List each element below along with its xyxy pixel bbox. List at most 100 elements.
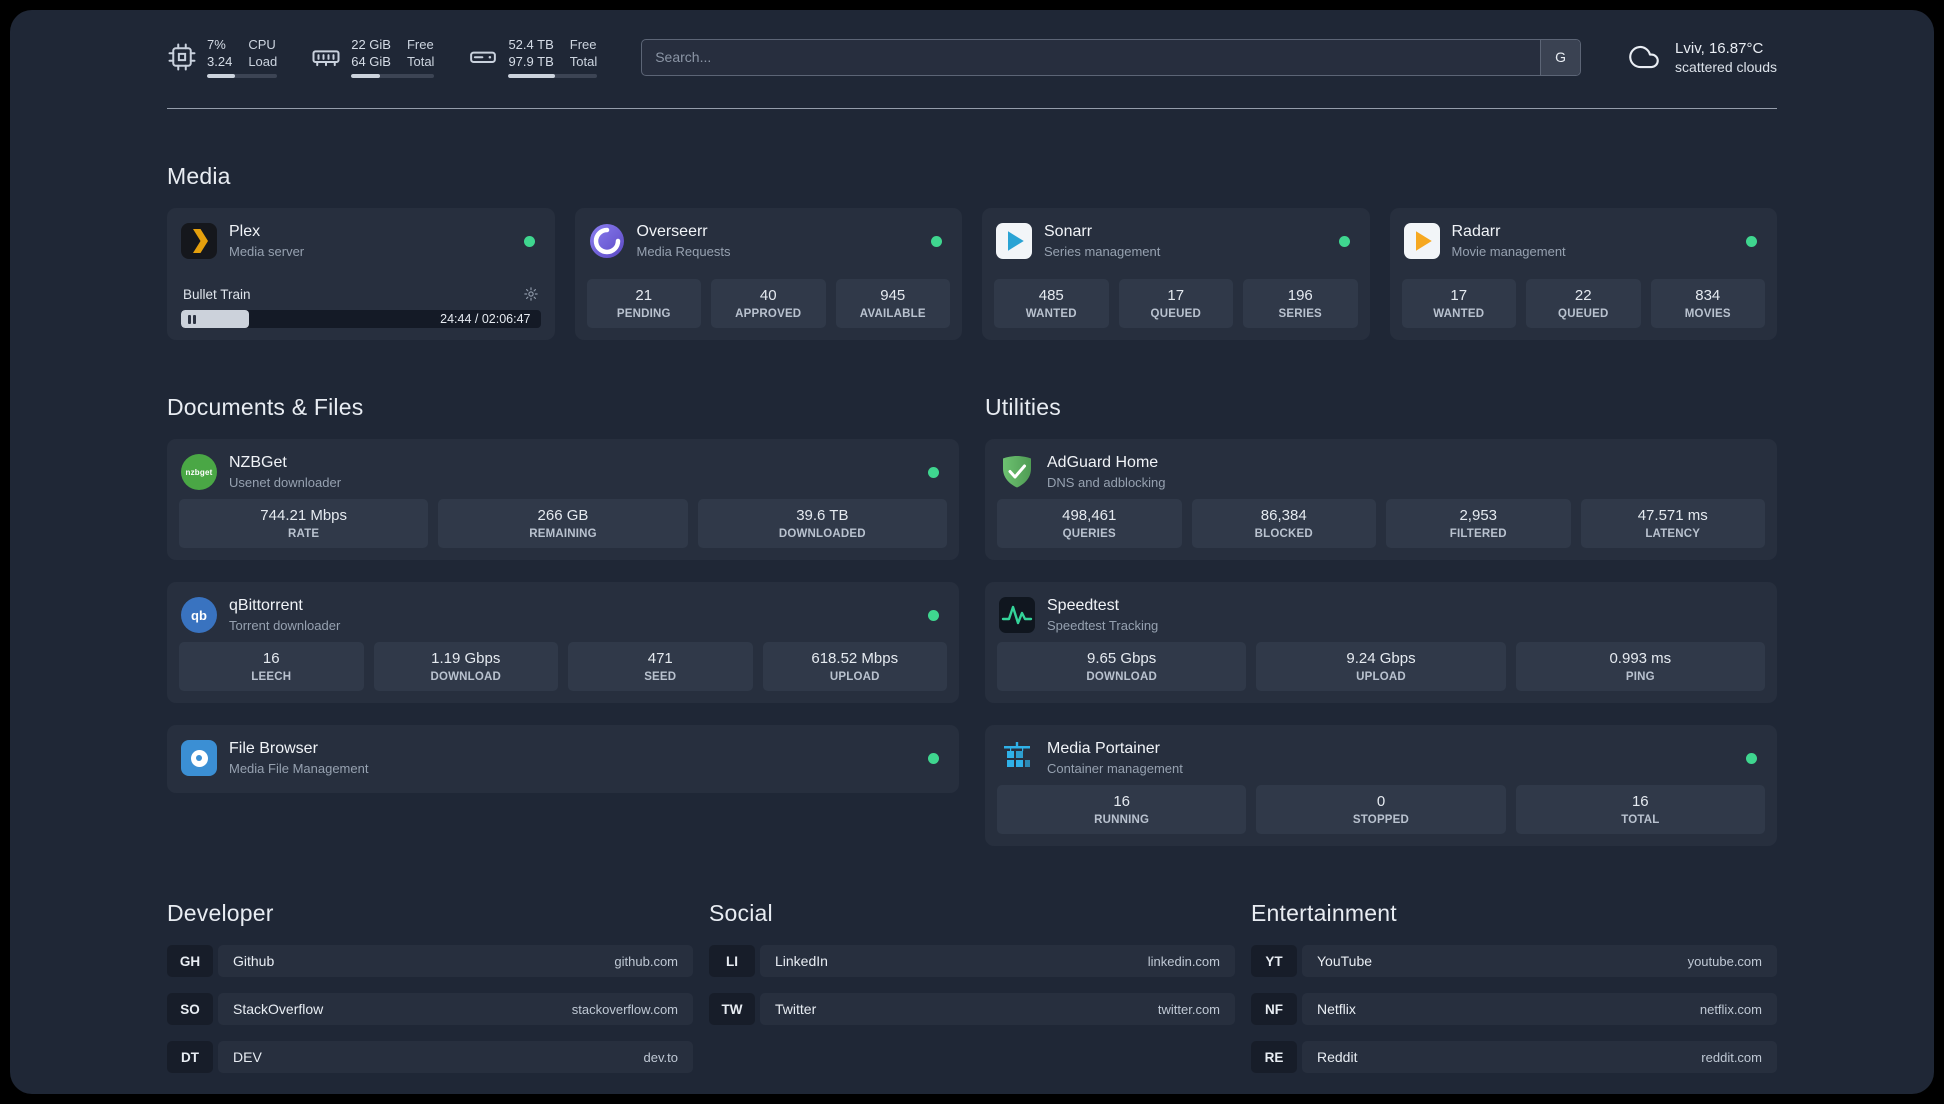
- radarr-card: Radarr Movie management 17 WANTED 22 QUE…: [1389, 208, 1777, 340]
- bookmark-twitter[interactable]: TW Twitter twitter.com: [709, 993, 1235, 1025]
- adguard-card: AdGuard Home DNS and adblocking 498,461 …: [985, 439, 1777, 560]
- service-desc: DNS and adblocking: [1047, 475, 1166, 490]
- bookmark-url: stackoverflow.com: [571, 1001, 678, 1017]
- service-desc: Media server: [229, 244, 305, 259]
- radarr-link[interactable]: Radarr Movie management: [1402, 218, 1766, 268]
- stat-series: 196 SERIES: [1243, 279, 1358, 328]
- bookmark-name: Twitter: [775, 1001, 817, 1017]
- disk-usage-fill: [508, 74, 556, 78]
- filebrowser-link[interactable]: File Browser Media File Management: [179, 735, 947, 781]
- bookmark-stackoverflow[interactable]: SO StackOverflow stackoverflow.com: [167, 993, 693, 1025]
- playback-time: 24:44 / 02:06:47: [440, 312, 531, 326]
- adguard-link[interactable]: AdGuard Home DNS and adblocking: [997, 449, 1765, 499]
- bookmark-abbr: RE: [1251, 1041, 1297, 1073]
- plex-now-playing-widget: Bullet Train 24:44 / 02:06:47: [179, 284, 543, 328]
- qbittorrent-link[interactable]: qb qBittorrent Torrent downloader: [179, 592, 947, 642]
- bookmark-abbr: GH: [167, 945, 213, 977]
- memory-total: 64 GiB: [351, 54, 391, 69]
- bookmark-abbr: TW: [709, 993, 755, 1025]
- search-box: G: [641, 38, 1582, 76]
- service-name: Plex: [229, 223, 261, 240]
- overseerr-icon: [589, 223, 625, 259]
- now-playing-title: Bullet Train: [183, 286, 251, 302]
- plex-card: Plex Media server Bullet Train 24:44 / 0…: [167, 208, 555, 340]
- search-input[interactable]: [641, 38, 1582, 76]
- weather-widget: Lviv, 16.87°C scattered clouds: [1625, 39, 1777, 76]
- bookmark-youtube[interactable]: YT YouTube youtube.com: [1251, 945, 1777, 977]
- bookmark-url: youtube.com: [1687, 953, 1762, 969]
- bookmark-name: LinkedIn: [775, 953, 828, 969]
- stat-download: 1.19 Gbps DOWNLOAD: [373, 642, 558, 691]
- stat-queued: 17 QUEUED: [1118, 279, 1233, 328]
- service-desc: Movie management: [1451, 244, 1566, 259]
- service-desc: Media File Management: [229, 761, 369, 776]
- status-dot: [928, 466, 939, 478]
- pause-icon[interactable]: [188, 314, 196, 324]
- nzbget-link[interactable]: nzbget NZBGet Usenet downloader: [179, 449, 947, 499]
- bookmark-url: netflix.com: [1699, 1001, 1762, 1017]
- gear-icon[interactable]: [523, 286, 539, 302]
- disk-free-label: Free: [569, 37, 597, 52]
- bookmark-reddit[interactable]: RE Reddit reddit.com: [1251, 1041, 1777, 1073]
- playback-progress-bar[interactable]: 24:44 / 02:06:47: [181, 310, 541, 328]
- status-dot: [523, 235, 535, 247]
- playback-progress-fill: [181, 310, 250, 328]
- bookmark-group-developer: Developer GH Github github.com SO StackO…: [167, 900, 693, 1089]
- stat-stopped: 0 STOPPED: [1256, 785, 1506, 834]
- service-name: Overseerr: [636, 223, 708, 240]
- bookmark-abbr: YT: [1251, 945, 1297, 977]
- section-title-developer: Developer: [167, 900, 274, 926]
- search-provider-button[interactable]: G: [1540, 39, 1581, 75]
- cpu-load: 3.24: [207, 54, 233, 69]
- portainer-link[interactable]: Media Portainer Container management: [997, 735, 1765, 785]
- memory-widget: 22 GiB 64 GiB Free Total: [311, 36, 435, 78]
- stat-download: 9.65 Gbps DOWNLOAD: [997, 642, 1247, 691]
- overseerr-link[interactable]: Overseerr Media Requests: [587, 218, 951, 268]
- service-desc: Usenet downloader: [229, 475, 342, 490]
- cpu-usage-fill: [207, 74, 236, 78]
- stat-blocked: 86,384 BLOCKED: [1191, 499, 1376, 548]
- disk-icon: [468, 42, 498, 72]
- bookmark-linkedin[interactable]: LI LinkedIn linkedin.com: [709, 945, 1235, 977]
- bookmark-dev[interactable]: DT DEV dev.to: [167, 1041, 693, 1073]
- bookmark-github[interactable]: GH Github github.com: [167, 945, 693, 977]
- stat-upload: 618.52 Mbps UPLOAD: [762, 642, 947, 691]
- stat-available: 945 AVAILABLE: [835, 279, 950, 328]
- disk-usage-bar: [508, 74, 598, 78]
- bookmark-url: reddit.com: [1701, 1049, 1762, 1065]
- section-title-media: Media: [167, 163, 231, 189]
- cpu-load-label: Load: [248, 54, 278, 69]
- stat-ping: 0.993 ms PING: [1515, 642, 1765, 691]
- bookmark-netflix[interactable]: NF Netflix netflix.com: [1251, 993, 1777, 1025]
- bookmark-abbr: NF: [1251, 993, 1297, 1025]
- service-desc: Container management: [1047, 761, 1183, 776]
- bookmark-abbr: DT: [167, 1041, 213, 1073]
- section-media: Media Plex Media server Bullet Train 24:…: [167, 163, 1777, 340]
- resource-widgets: 7% 3.24 CPU Load 22 GiB 64 GiB Free Tota…: [167, 36, 598, 78]
- stat-downloaded: 39.6 TB DOWNLOADED: [697, 499, 947, 548]
- sonarr-link[interactable]: Sonarr Series management: [994, 218, 1358, 268]
- disk-total: 97.9 TB: [508, 54, 554, 69]
- service-desc: Speedtest Tracking: [1047, 618, 1159, 633]
- top-bar: 7% 3.24 CPU Load 22 GiB 64 GiB Free Tota…: [167, 36, 1777, 78]
- stat-latency: 47.571 ms LATENCY: [1580, 499, 1765, 548]
- qbittorrent-icon: qb: [181, 597, 217, 633]
- speedtest-link[interactable]: Speedtest Speedtest Tracking: [997, 592, 1765, 642]
- topbar-divider: [167, 108, 1777, 109]
- service-name: AdGuard Home: [1047, 454, 1159, 471]
- stat-rate: 744.21 Mbps RATE: [179, 499, 429, 548]
- disk-total-label: Total: [569, 54, 598, 69]
- bookmark-url: linkedin.com: [1147, 953, 1220, 969]
- stat-remaining: 266 GB REMAINING: [438, 499, 688, 548]
- stat-wanted: 17 WANTED: [1401, 279, 1516, 328]
- stat-wanted: 485 WANTED: [994, 279, 1109, 328]
- cpu-percent: 7%: [207, 37, 226, 52]
- section-title-social: Social: [709, 900, 773, 926]
- stat-approved: 40 APPROVED: [711, 279, 826, 328]
- weather-location: Lviv, 16.87°C: [1675, 39, 1764, 57]
- status-dot: [928, 609, 939, 621]
- disk-widget: 52.4 TB 97.9 TB Free Total: [468, 36, 598, 78]
- service-name: Speedtest: [1047, 597, 1120, 614]
- plex-link[interactable]: Plex Media server: [179, 218, 543, 268]
- nzbget-icon: nzbget: [181, 454, 217, 490]
